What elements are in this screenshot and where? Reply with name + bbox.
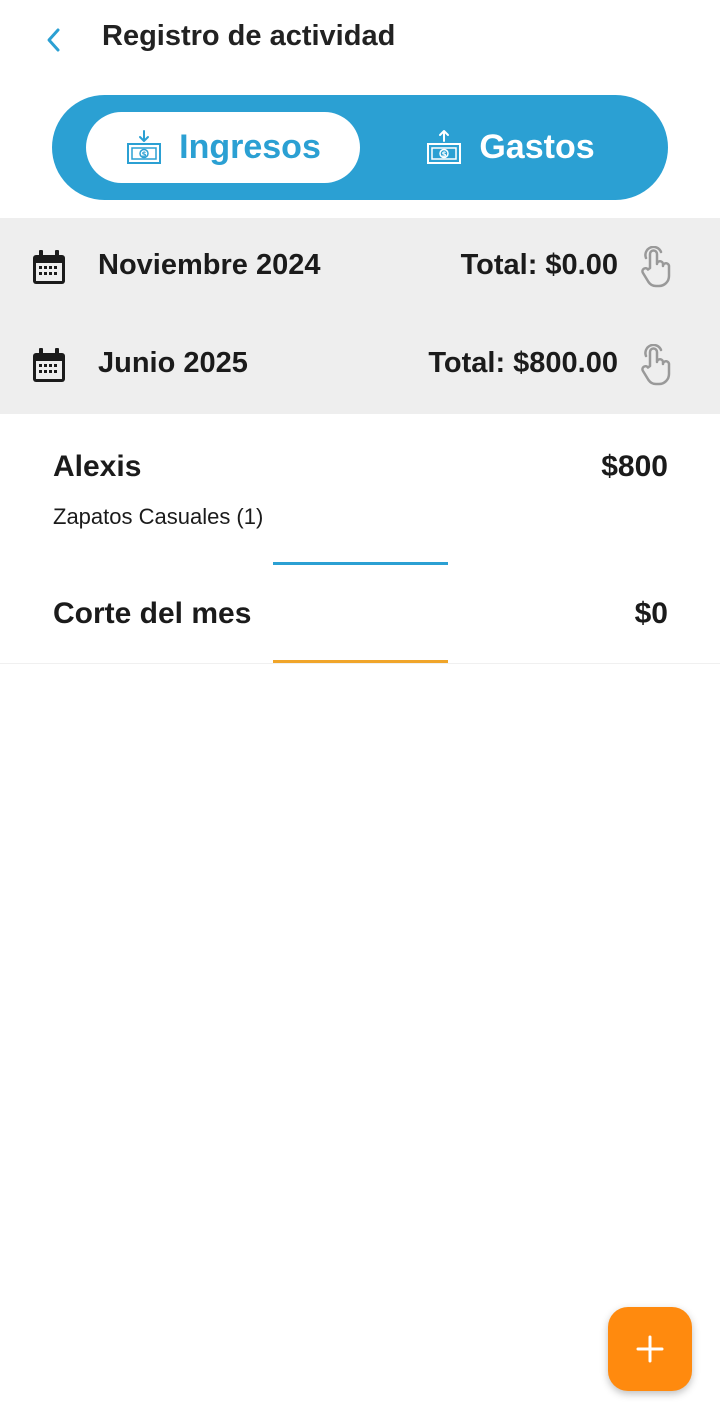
back-button[interactable] — [34, 22, 74, 58]
svg-text:$: $ — [142, 150, 147, 158]
money-out-icon: $ — [427, 129, 462, 164]
entry-name: Alexis — [53, 450, 142, 483]
month-name: Noviembre 2024 — [98, 249, 321, 281]
divider — [273, 562, 448, 565]
month-total: Total: $800.00 — [428, 347, 618, 379]
entry-name: Corte del mes — [53, 597, 252, 630]
page-title: Registro de actividad — [102, 20, 396, 52]
tab-gastos[interactable]: $ Gastos — [382, 112, 638, 183]
tab-ingresos-label: Ingresos — [179, 128, 321, 166]
list-item[interactable]: Corte del mes $0 — [0, 566, 720, 664]
tap-hand-icon — [641, 344, 671, 386]
entry-amount: $0 — [634, 597, 668, 630]
month-row-junio-2025[interactable]: Junio 2025 Total: $800.00 — [0, 316, 720, 414]
calendar-icon — [33, 348, 65, 382]
divider — [273, 660, 448, 663]
month-total: Total: $0.00 — [460, 249, 618, 281]
tap-hand-icon — [641, 246, 671, 288]
month-row-noviembre-2024[interactable]: Noviembre 2024 Total: $0.00 — [0, 218, 720, 316]
entry-amount: $800 — [601, 450, 668, 483]
chevron-left-icon — [47, 28, 60, 52]
header: Registro de actividad — [0, 0, 720, 80]
plus-icon — [636, 1335, 664, 1363]
month-name: Junio 2025 — [98, 347, 248, 379]
calendar-icon — [33, 250, 65, 284]
list-item[interactable]: Alexis $800 Zapatos Casuales (1) — [0, 414, 720, 566]
entry-detail: Zapatos Casuales (1) — [53, 504, 264, 529]
add-button[interactable] — [608, 1307, 692, 1391]
svg-text:$: $ — [442, 150, 447, 158]
tab-ingresos[interactable]: $ Ingresos — [86, 112, 360, 183]
tab-gastos-label: Gastos — [479, 128, 595, 166]
income-expense-toggle: $ Ingresos $ Gastos — [52, 95, 668, 200]
month-list: Noviembre 2024 Total: $0.00 Junio 2025 T… — [0, 218, 720, 414]
money-in-icon: $ — [127, 129, 162, 164]
